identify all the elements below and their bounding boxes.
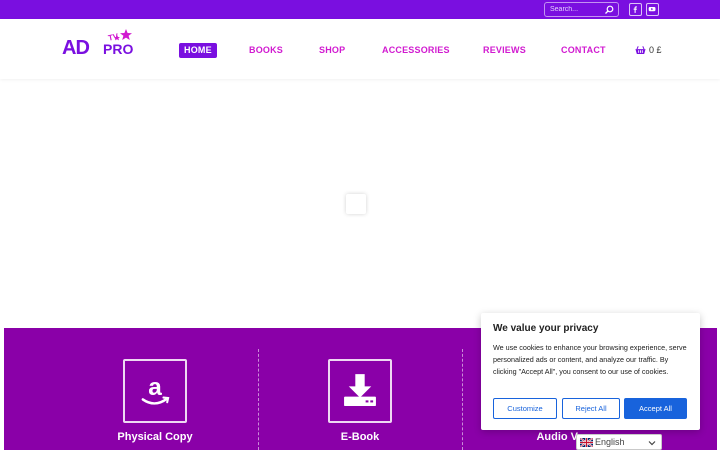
youtube-link[interactable] <box>646 3 659 16</box>
youtube-icon <box>648 6 656 12</box>
feature-divider <box>462 349 463 450</box>
language-label: English <box>595 437 625 447</box>
language-selector[interactable]: English <box>576 434 662 450</box>
cookie-consent-banner: We value your privacy We use cookies to … <box>481 313 700 430</box>
feature-divider <box>258 349 259 450</box>
amazon-icon: a <box>141 374 170 405</box>
loading-spinner <box>346 194 366 214</box>
chevron-down-icon <box>648 441 656 446</box>
feature-ebook-label: E-Book <box>340 431 380 443</box>
accept-all-button[interactable]: Accept All <box>624 398 687 419</box>
physical-copy-link[interactable]: a <box>123 359 187 423</box>
adpro-logo[interactable]: AD PRO TV <box>62 27 148 59</box>
uk-flag-icon <box>580 438 593 447</box>
customize-button[interactable]: Customize <box>493 398 557 419</box>
cookie-description: We use cookies to enhance your browsing … <box>493 343 687 376</box>
top-bar <box>0 0 720 19</box>
reject-all-button[interactable]: Reject All <box>562 398 620 419</box>
facebook-link[interactable] <box>629 3 642 16</box>
nav-shop[interactable]: SHOP <box>319 43 345 58</box>
search-input[interactable] <box>550 4 602 15</box>
nav-accessories[interactable]: ACCESSORIES <box>382 43 450 58</box>
search-icon[interactable] <box>604 5 614 15</box>
feature-physical-copy-label: Physical Copy <box>117 431 193 443</box>
cart-link[interactable]: 0 £ <box>635 43 662 57</box>
cookie-title: We value your privacy <box>493 323 599 334</box>
svg-text:a: a <box>148 374 162 401</box>
nav-home[interactable]: HOME <box>179 43 217 58</box>
download-icon <box>344 374 376 406</box>
svg-text:PRO: PRO <box>103 41 133 57</box>
facebook-icon <box>633 6 637 13</box>
svg-text:AD: AD <box>62 37 89 59</box>
ebook-link[interactable] <box>328 359 392 423</box>
nav-books[interactable]: BOOKS <box>249 43 283 58</box>
basket-icon <box>635 46 646 54</box>
nav-reviews[interactable]: REVIEWS <box>483 43 526 58</box>
cart-total: 0 £ <box>649 45 662 55</box>
search-box[interactable] <box>544 2 619 17</box>
nav-contact[interactable]: CONTACT <box>561 43 606 58</box>
